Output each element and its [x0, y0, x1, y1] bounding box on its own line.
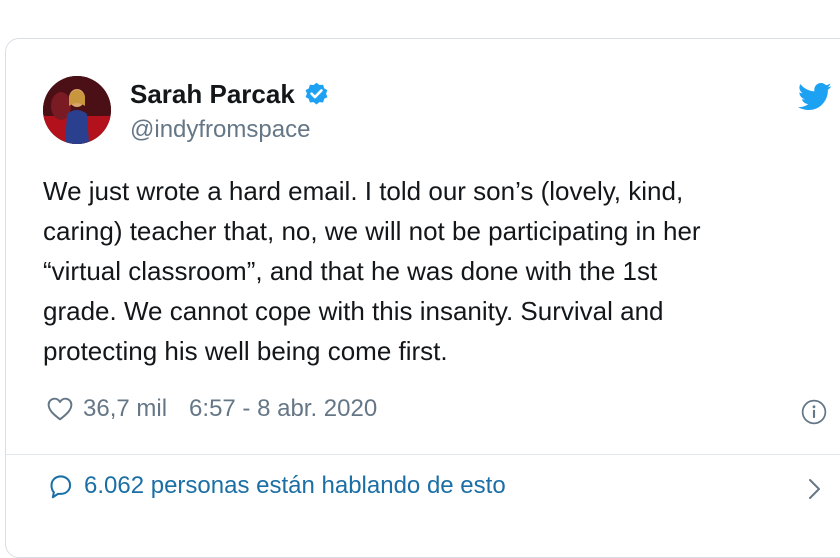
speech-bubble-icon: [47, 473, 74, 499]
divider: [6, 454, 840, 455]
avatar[interactable]: [43, 76, 111, 144]
tweet-meta-row: 36,7 mil 6:57 - 8 abr. 2020: [47, 395, 377, 423]
conversation-count-label[interactable]: 6.062 personas están hablando de esto: [84, 472, 506, 500]
tweet-timestamp[interactable]: 6:57 - 8 abr. 2020: [189, 395, 377, 423]
chevron-right-icon[interactable]: [806, 475, 824, 503]
tweet-text: We just wrote a hard email. I told our s…: [43, 176, 701, 366]
heart-icon[interactable]: [47, 397, 73, 421]
author-name-row[interactable]: Sarah Parcak: [130, 79, 330, 110]
conversation-link[interactable]: 6.062 personas están hablando de esto: [47, 472, 506, 500]
info-icon[interactable]: [801, 399, 827, 425]
twitter-bird-icon[interactable]: [798, 82, 832, 112]
verified-badge-icon: [303, 81, 330, 108]
tweet-card: Sarah Parcak @indyfromspace We just wrot…: [5, 38, 840, 558]
like-count[interactable]: 36,7 mil: [83, 395, 167, 423]
display-name[interactable]: Sarah Parcak: [130, 79, 295, 110]
user-handle[interactable]: @indyfromspace: [130, 116, 310, 144]
